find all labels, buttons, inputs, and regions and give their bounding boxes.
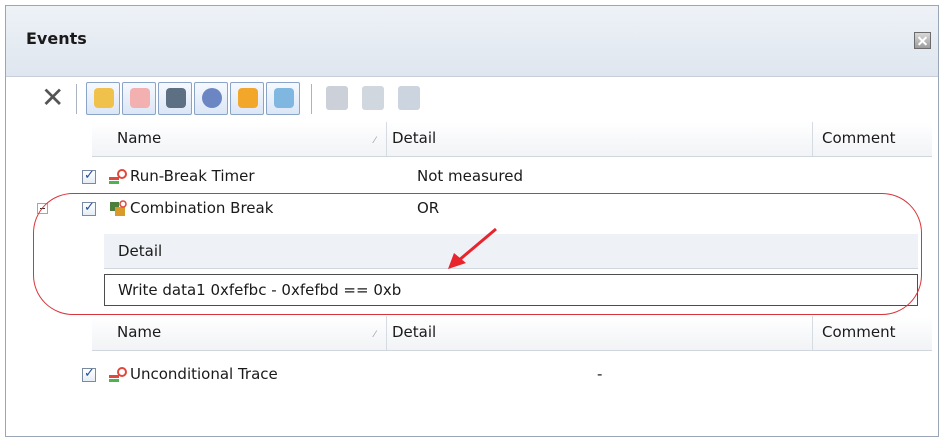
event-name: Run-Break Timer (130, 167, 255, 185)
callout-arrow-icon (448, 227, 497, 269)
timer-icon[interactable] (194, 82, 228, 115)
column-detail[interactable]: Detail (392, 323, 436, 341)
table-row[interactable]: Unconditional Trace - (12, 360, 932, 392)
sort-icon: ⁄ (374, 330, 376, 340)
delete-x-icon[interactable]: ✕ (41, 84, 64, 112)
output-icon[interactable] (266, 82, 300, 115)
column-header: Name ⁄ Detail Comment (92, 316, 932, 351)
column-comment[interactable]: Comment (822, 323, 896, 341)
performance-icon[interactable] (230, 82, 264, 115)
column-divider[interactable] (386, 122, 387, 156)
event-detail: - (597, 365, 603, 383)
panel-titlebar: Events (6, 6, 938, 77)
row-checkbox[interactable] (82, 366, 96, 382)
column-divider[interactable] (812, 122, 813, 156)
column-detail[interactable]: Detail (392, 129, 436, 147)
row-checkbox[interactable] (82, 168, 96, 184)
close-icon[interactable] (914, 32, 931, 49)
toolbar-separator (311, 84, 312, 114)
table-row[interactable]: Run-Break Timer Not measured (12, 162, 932, 194)
trace-event-icon (108, 366, 128, 384)
edit-detail-icon (326, 86, 348, 110)
column-divider[interactable] (812, 316, 813, 350)
software-break-icon[interactable] (122, 82, 156, 115)
event-detail: Not measured (417, 167, 523, 185)
paste-icon (398, 86, 420, 110)
column-name[interactable]: Name (117, 323, 161, 341)
copy-icon (362, 86, 384, 110)
timer-event-icon (108, 168, 128, 186)
column-header: Name ⁄ Detail Comment (92, 122, 932, 157)
panel-title: Events (26, 29, 87, 48)
column-divider[interactable] (386, 316, 387, 350)
event-name: Unconditional Trace (130, 365, 278, 383)
trace-icon[interactable] (158, 82, 192, 115)
toolbar: ✕ (6, 78, 938, 120)
column-comment[interactable]: Comment (822, 129, 896, 147)
hardware-break-icon[interactable] (86, 82, 120, 115)
sort-icon: ⁄ (374, 136, 376, 146)
toolbar-separator (76, 84, 77, 114)
column-name[interactable]: Name (117, 129, 161, 147)
